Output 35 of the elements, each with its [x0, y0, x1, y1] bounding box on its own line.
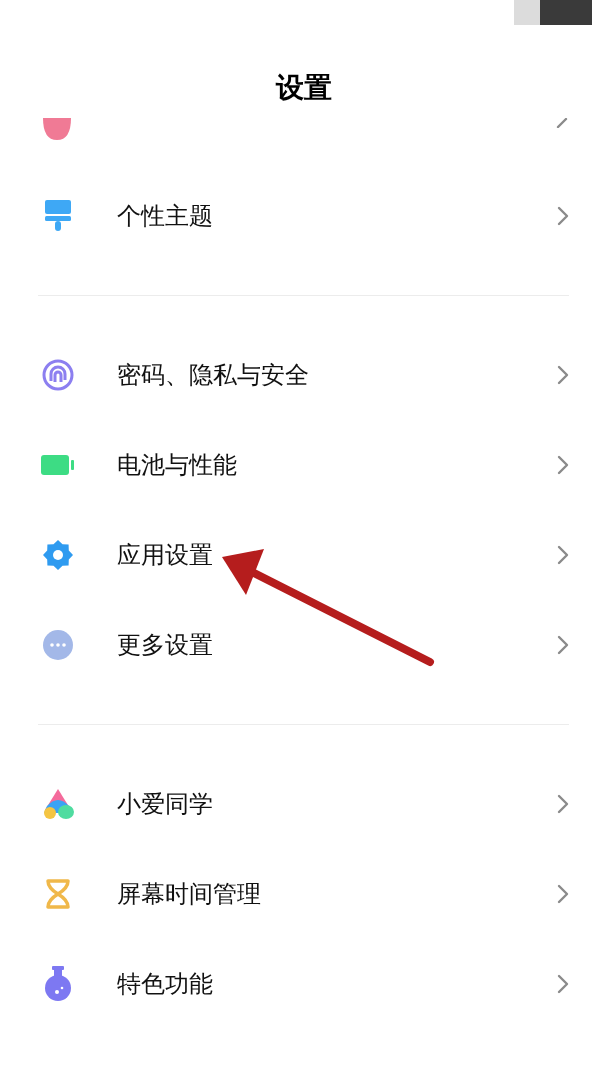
row-label: 电池与性能 — [117, 450, 238, 481]
hourglass-icon — [45, 878, 71, 910]
chevron-right-icon — [557, 545, 569, 565]
settings-row[interactable]: 电池与性能 — [0, 420, 607, 510]
settings-row[interactable]: 屏幕时间管理 — [0, 849, 607, 939]
row-label: 应用设置 — [117, 540, 214, 571]
row-label: 更多设置 — [117, 630, 214, 661]
chevron-right-icon — [557, 974, 569, 994]
row-label: 屏幕时间管理 — [117, 879, 262, 910]
more-icon — [42, 629, 74, 661]
settings-row[interactable]: 个性主题 — [0, 171, 607, 261]
wallpaper-icon — [43, 118, 71, 140]
chevron-right-icon — [557, 455, 569, 475]
battery-icon — [41, 455, 75, 475]
paint-brush-icon — [45, 200, 71, 232]
settings-row[interactable]: 应用设置 — [0, 510, 607, 600]
assistant-icon — [41, 788, 75, 820]
chevron-right-icon — [557, 206, 569, 226]
chevron-right-icon — [557, 884, 569, 904]
settings-row[interactable]: 小爱同学 — [0, 759, 607, 849]
row-label: 特色功能 — [117, 969, 214, 1000]
chevron-right-icon — [556, 118, 568, 128]
gear-icon — [42, 539, 74, 571]
row-label: 小爱同学 — [117, 789, 214, 820]
chevron-right-icon — [557, 365, 569, 385]
fingerprint-icon — [42, 359, 74, 391]
settings-row[interactable]: 特色功能 — [0, 939, 607, 1029]
page-title: 设置 — [275, 70, 332, 106]
settings-row[interactable]: 更多设置 — [0, 600, 607, 690]
row-label: 个性主题 — [117, 201, 214, 232]
row-label: 密码、隐私与安全 — [117, 360, 310, 391]
chevron-right-icon — [557, 635, 569, 655]
settings-row[interactable]: 密码、隐私与安全 — [0, 330, 607, 420]
chevron-right-icon — [557, 794, 569, 814]
flask-icon — [42, 966, 74, 1002]
